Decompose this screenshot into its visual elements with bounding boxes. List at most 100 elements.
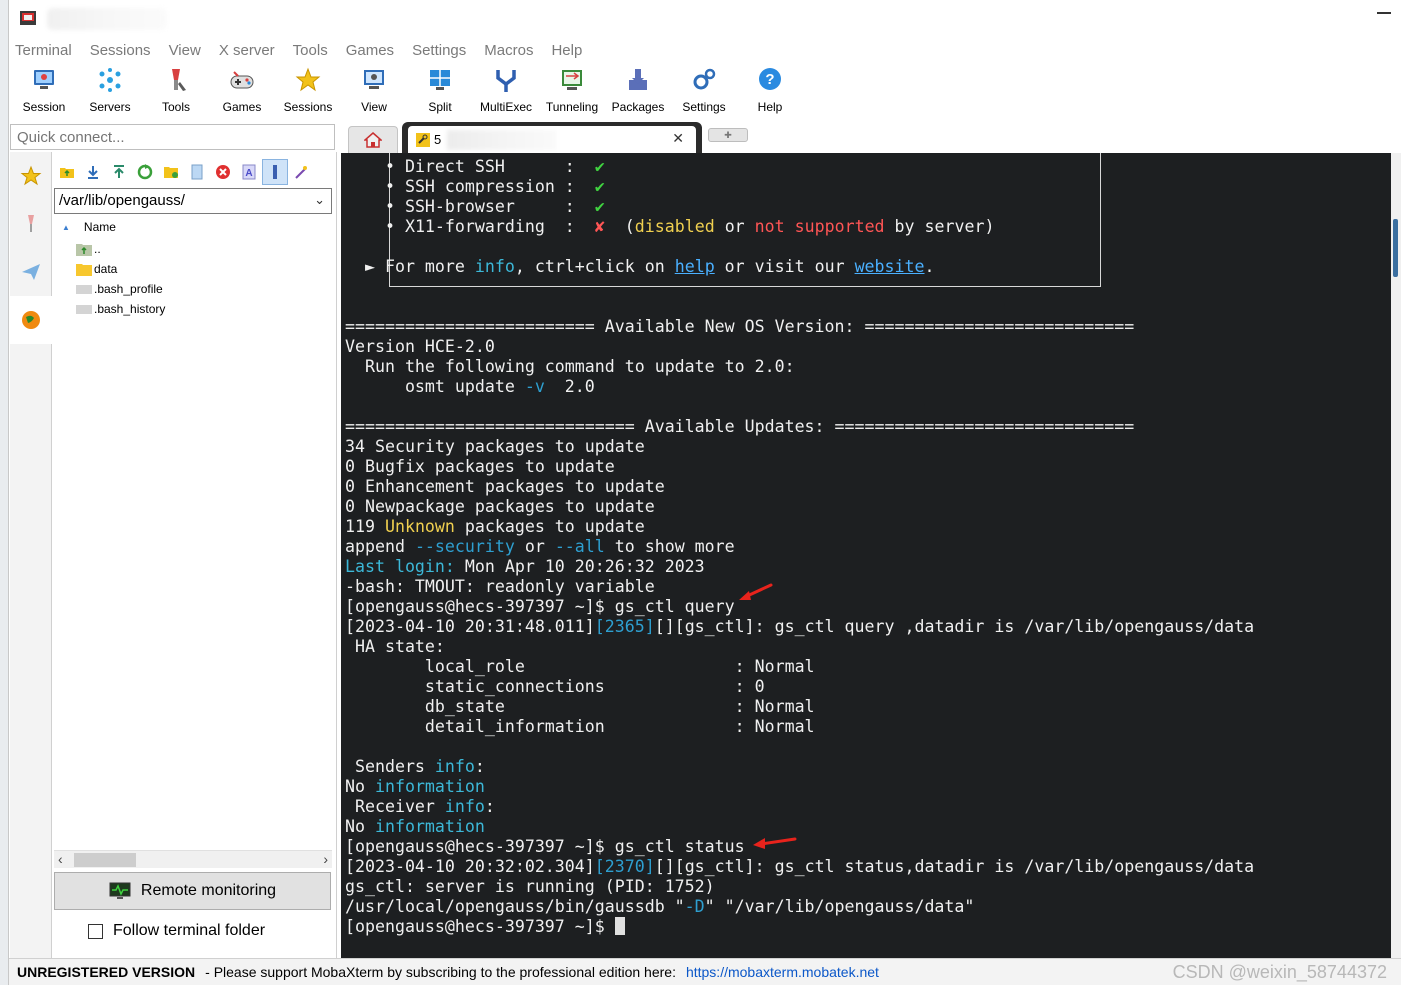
query-result-line: [2023-04-10 20:31:48.011][2365][][gs_ctl… [345,617,1255,636]
feature-line-direct-ssh: • Direct SSH : ✔ [345,157,605,176]
tmout-line: -bash: TMOUT: readonly variable [345,577,655,596]
ha-local-role: local_role : Normal [345,657,815,676]
sidebar-tab-sftp[interactable] [10,248,52,296]
menu-x-server[interactable]: X server [219,42,275,59]
ha-static-connections: static_connections : 0 [345,677,765,696]
scroll-left-icon[interactable]: ‹ [58,851,63,867]
file-icon [76,285,92,294]
upload-button[interactable] [106,159,132,185]
help-link[interactable]: help [675,257,715,276]
menu-sessions[interactable]: Sessions [90,42,151,59]
new-folder-button[interactable] [158,159,184,185]
file-list-header[interactable]: ▲ Name [62,220,116,234]
receiver-info-line: Receiver info: [345,797,495,816]
session-tab-body: 5 ✕ [408,126,696,153]
file-row-bash-history[interactable]: .bash_history [76,299,165,319]
receiver-no-information: No information [345,817,485,836]
file-name: .. [94,242,101,256]
sidebar-tab-tools[interactable] [10,200,52,248]
terminal-vertical-scrollbar[interactable] [1391,153,1401,958]
file-row-parent[interactable]: .. [76,239,101,259]
terminal-cursor [614,917,625,935]
delete-button[interactable] [210,159,236,185]
permissions-button[interactable] [288,159,314,185]
server-running-line: gs_ctl: server is running (PID: 1752) [345,877,715,896]
name-column-header: Name [83,220,116,234]
settings-button[interactable]: Settings [671,62,737,122]
sidebar-tabs [10,152,52,958]
tools-label: Tools [161,100,190,114]
wand-icon [295,166,307,179]
sessions-button[interactable]: Sessions [275,62,341,122]
packages-button[interactable]: Packages [605,62,671,122]
file-browser-panel: A /var/lib/opengauss/ ⌄ ▲ Name .. data .… [52,152,337,958]
help-label: Help [757,100,783,114]
session-icon [34,70,54,89]
multiexec-button[interactable]: MultiExec [473,62,539,122]
current-prompt[interactable]: [opengauss@hecs-397397 ~]$ [345,917,625,937]
follow-terminal-folder-checkbox[interactable] [88,923,103,939]
terminal-output[interactable]: • Direct SSH : ✔ • SSH compression : ✔ •… [341,153,1391,958]
file-row-data[interactable]: data [76,259,117,279]
quick-connect-input[interactable] [10,124,335,150]
file-name: .bash_history [94,302,166,316]
path-dropdown[interactable]: /var/lib/opengauss/ ⌄ [54,188,332,214]
split-label: Split [428,100,452,114]
session-label: Session [22,100,66,114]
prompt-status: [opengauss@hecs-397397 ~]$ gs_ctl status [345,837,745,856]
tools-button[interactable]: Tools [143,62,209,122]
file-browser-toolbar: A [54,158,314,186]
path-value: /var/lib/opengauss/ [59,192,185,209]
svg-text:?: ? [765,71,774,88]
tunneling-button[interactable]: Tunneling [539,62,605,122]
menu-macros[interactable]: Macros [484,42,533,59]
remote-monitoring-button[interactable]: Remote monitoring [54,872,331,910]
new-file-button[interactable] [184,159,210,185]
menu-terminal[interactable]: Terminal [15,42,72,59]
updates-header: ============================= Available … [345,417,1135,436]
sessions-star-icon [295,67,321,92]
os-version-line: Version HCE-2.0 [345,337,495,356]
status-result-line: [2023-04-10 20:32:02.304][2370][][gs_ctl… [345,857,1255,876]
ha-state-line: HA state: [345,637,445,656]
games-button[interactable]: Games [209,62,275,122]
horizontal-scrollbar[interactable]: ‹ › [54,850,332,868]
new-tab-button[interactable]: ✚ [708,128,748,142]
menu-tools[interactable]: Tools [293,42,328,59]
csdn-watermark: CSDN @weixin_58744372 [1172,962,1387,982]
home-tab[interactable] [348,126,398,153]
mobaxterm-link[interactable]: https://mobaxterm.mobatek.net [686,964,879,980]
toggle-follow-button[interactable] [262,159,288,185]
follow-terminal-folder-row[interactable]: Follow terminal folder [88,922,265,940]
view-button[interactable]: View [341,62,407,122]
session-tab[interactable]: 5 ✕ [402,122,702,153]
tools-icon [172,69,186,91]
split-button[interactable]: Split [407,62,473,122]
menu-help[interactable]: Help [551,42,582,59]
menu-settings[interactable]: Settings [412,42,466,59]
session-tab-number: 5 [434,132,442,147]
help-button[interactable]: ? Help [737,62,803,122]
website-link[interactable]: website [855,257,925,276]
rename-button[interactable]: A [236,159,262,185]
refresh-button[interactable] [132,159,158,185]
file-row-bash-profile[interactable]: .bash_profile [76,279,163,299]
servers-button[interactable]: Servers [77,62,143,122]
menu-games[interactable]: Games [346,42,394,59]
title-bar [9,0,1401,38]
scrollbar-thumb[interactable] [74,853,136,867]
multiexec-label: MultiExec [479,100,532,114]
session-button[interactable]: Session [11,62,77,122]
close-icon[interactable]: ✕ [672,130,684,147]
menu-view[interactable]: View [169,42,201,59]
follow-terminal-folder-label: Follow terminal folder [113,922,266,939]
scrollbar-thumb[interactable] [1393,219,1398,277]
download-button[interactable] [80,159,106,185]
sidebar-tab-macros[interactable] [10,296,52,344]
scroll-right-icon[interactable]: › [323,851,328,867]
view-icon [364,70,384,89]
senders-no-information: No information [345,777,485,796]
sidebar-tab-sessions[interactable] [10,152,52,200]
parent-folder-button[interactable] [54,159,80,185]
minimize-button[interactable] [1377,12,1391,14]
